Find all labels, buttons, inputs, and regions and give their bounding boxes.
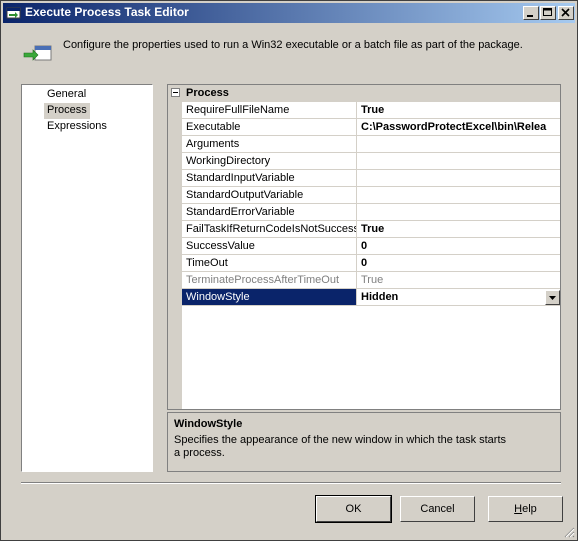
dialog-window: Execute Process Task Editor Configure th… [0,0,578,541]
resize-grip-icon[interactable] [563,526,575,538]
maximize-icon [543,8,552,16]
page-list: General Process Expressions [21,84,153,472]
property-row[interactable]: StandardInputVariable [182,170,560,187]
property-name: Executable [182,119,357,136]
close-icon [561,8,570,17]
property-value: True [357,272,560,289]
divider [21,482,561,484]
title-bar[interactable]: Execute Process Task Editor [3,3,575,23]
property-row[interactable]: StandardErrorVariable [182,204,560,221]
property-value[interactable]: Hidden [357,289,560,306]
property-value[interactable] [357,187,560,204]
property-row[interactable]: SuccessValue 0 [182,238,560,255]
property-name: StandardErrorVariable [182,204,357,221]
property-grid: Process RequireFullFileName True Executa… [167,84,561,410]
property-name: StandardOutputVariable [182,187,357,204]
help-label: elp [522,503,537,515]
description-title: WindowStyle [174,418,243,430]
nav-item-process[interactable]: Process [44,103,90,119]
property-name: FailTaskIfReturnCodeIsNotSuccess [182,221,357,238]
nav-item-general[interactable]: General [44,87,89,103]
property-row-selected[interactable]: WindowStyle Hidden [182,289,560,306]
property-row[interactable]: Executable C:\PasswordProtectExcel\bin\R… [182,119,560,136]
property-name: WorkingDirectory [182,153,357,170]
dropdown-button[interactable] [545,290,560,305]
property-value[interactable]: True [357,221,560,238]
property-row[interactable]: StandardOutputVariable [182,187,560,204]
cancel-button[interactable]: Cancel [400,496,475,522]
property-value[interactable] [357,136,560,153]
help-button[interactable]: Help [488,496,563,522]
property-value[interactable] [357,204,560,221]
property-row[interactable]: Arguments [182,136,560,153]
collapse-icon[interactable] [171,88,180,97]
property-value[interactable] [357,153,560,170]
help-mnemonic: H [514,503,523,515]
property-value[interactable]: C:\PasswordProtectExcel\bin\Relea [357,119,560,136]
property-value[interactable]: 0 [357,255,560,272]
description-panel: WindowStyle Specifies the appearance of … [167,412,561,472]
chevron-down-icon [549,296,556,300]
property-name: TerminateProcessAfterTimeOut [182,272,357,289]
description-text: Specifies the appearance of the new wind… [174,434,507,459]
process-task-icon [23,43,53,67]
property-value[interactable]: 0 [357,238,560,255]
property-row[interactable]: TerminateProcessAfterTimeOut True [182,272,560,289]
category-row[interactable]: Process [168,85,560,102]
property-name: Arguments [182,136,357,153]
property-row[interactable]: WorkingDirectory [182,153,560,170]
property-value[interactable] [357,170,560,187]
window-title: Execute Process Task Editor [25,5,189,19]
property-value[interactable]: True [357,102,560,119]
property-row[interactable]: FailTaskIfReturnCodeIsNotSuccess True [182,221,560,238]
minimize-icon [527,15,533,17]
minimize-button[interactable] [523,6,539,20]
grid-margin [168,85,182,409]
property-name: RequireFullFileName [182,102,357,119]
ok-button[interactable]: OK [315,495,392,523]
close-button[interactable] [558,6,574,20]
property-name: TimeOut [182,255,357,272]
property-row[interactable]: TimeOut 0 [182,255,560,272]
category-label: Process [186,87,229,99]
property-name: SuccessValue [182,238,357,255]
nav-item-expressions[interactable]: Expressions [44,119,110,135]
property-row[interactable]: RequireFullFileName True [182,102,560,119]
property-name: WindowStyle [182,289,357,306]
property-name: StandardInputVariable [182,170,357,187]
header-description: Configure the properties used to run a W… [63,39,523,51]
task-icon [6,5,22,21]
maximize-button[interactable] [540,6,556,20]
